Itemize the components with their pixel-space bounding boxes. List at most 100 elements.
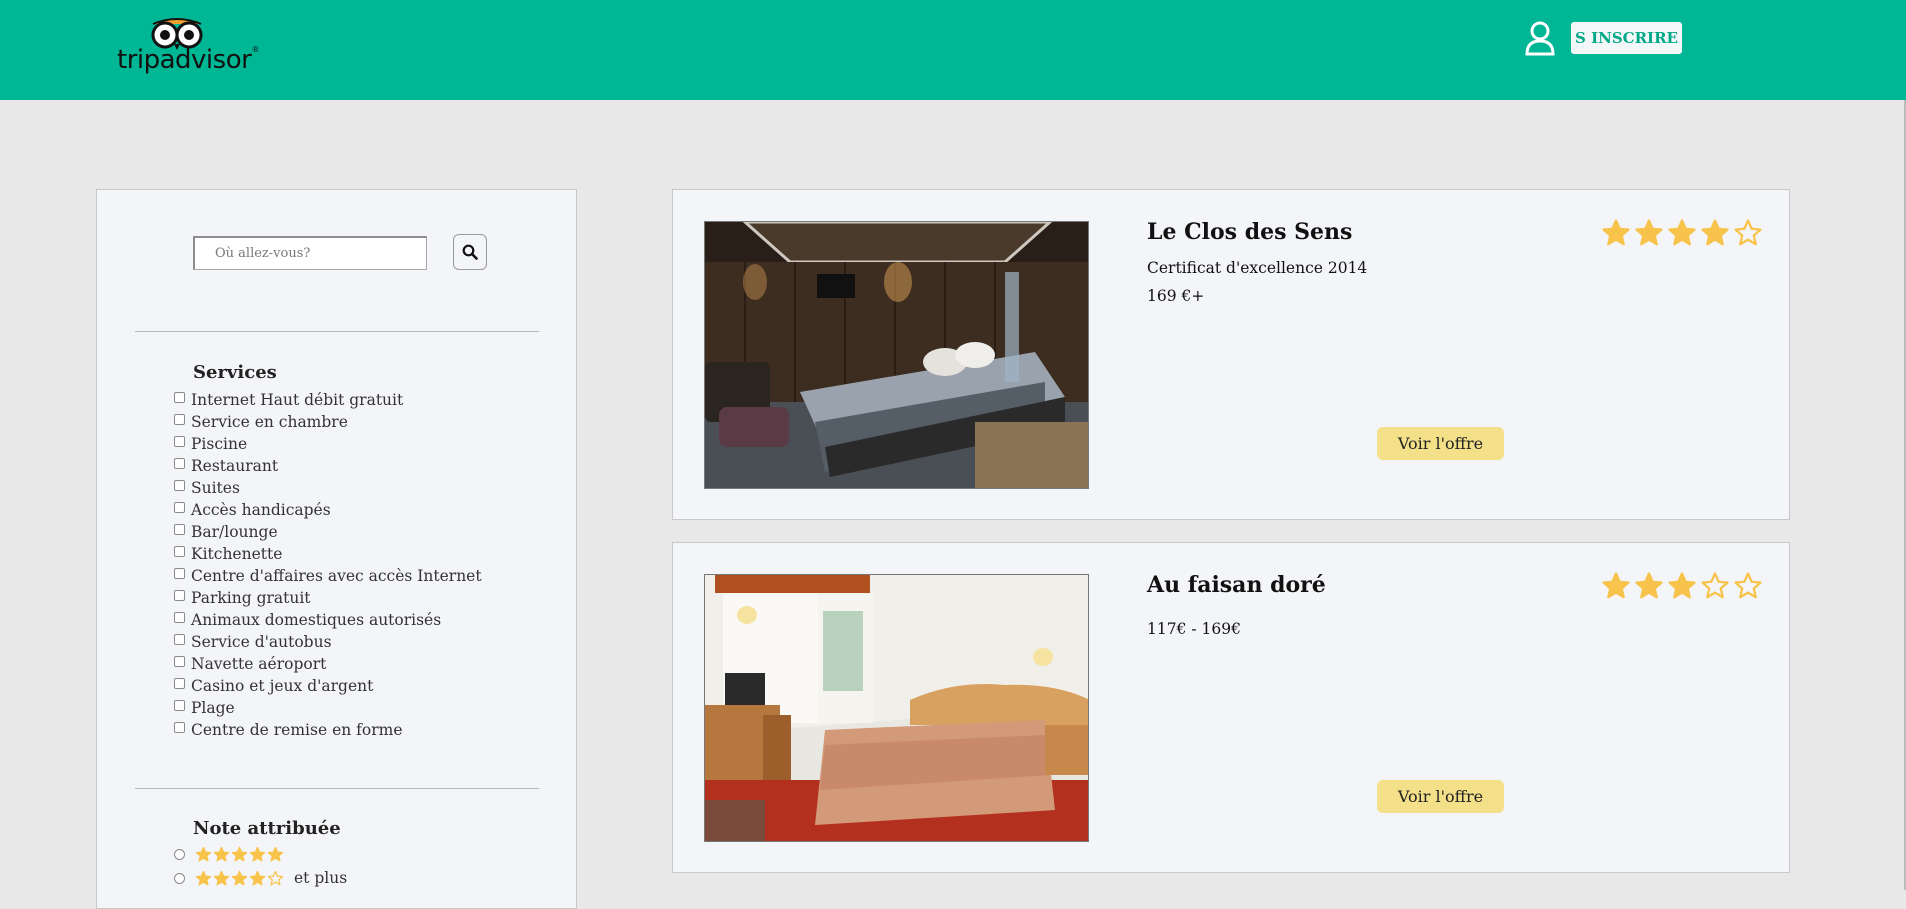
service-checkbox[interactable] <box>174 633 185 645</box>
service-filter-item[interactable]: Kitchenette <box>174 543 482 565</box>
star-filled-icon <box>213 846 230 862</box>
service-filter-item[interactable]: Animaux domestiques autorisés <box>174 609 482 631</box>
service-label: Animaux domestiques autorisés <box>191 611 442 629</box>
service-label: Casino et jeux d'argent <box>191 677 374 695</box>
star-filled-icon <box>231 870 248 886</box>
rating-option-4[interactable]: et plus <box>174 869 347 887</box>
star-filled-icon <box>1668 572 1696 599</box>
star-empty-icon <box>267 870 284 886</box>
services-title: Services <box>193 362 277 383</box>
hotel-rating-stars <box>1601 218 1763 248</box>
service-label: Kitchenette <box>191 545 283 563</box>
star-empty-icon <box>1701 572 1729 599</box>
star-filled-icon <box>249 846 266 862</box>
service-filter-item[interactable]: Restaurant <box>174 455 482 477</box>
star-filled-icon <box>1668 219 1696 246</box>
service-label: Parking gratuit <box>191 589 311 607</box>
four-stars-icon <box>195 870 284 887</box>
service-filter-item[interactable]: Centre de remise en forme <box>174 719 482 741</box>
service-label: Accès handicapés <box>191 501 331 519</box>
service-label: Service d'autobus <box>191 633 332 651</box>
service-checkbox[interactable] <box>174 589 185 601</box>
star-filled-icon <box>249 870 266 886</box>
star-empty-icon <box>1734 219 1762 246</box>
service-filter-item[interactable]: Service en chambre <box>174 411 482 433</box>
service-filter-item[interactable]: Casino et jeux d'argent <box>174 675 482 697</box>
service-checkbox[interactable] <box>174 545 185 557</box>
top-bar: tripadvisor® S INSCRIRE <box>0 0 1906 100</box>
hotel-price: 117€ - 169€ <box>1147 620 1241 638</box>
hotel-name[interactable]: Au faisan doré <box>1147 572 1326 598</box>
divider <box>135 331 539 332</box>
user-icon[interactable] <box>1524 20 1556 56</box>
signup-button[interactable]: S INSCRIRE <box>1571 22 1682 54</box>
service-filter-item[interactable]: Navette aéroport <box>174 653 482 675</box>
five-stars-icon <box>195 846 284 863</box>
hotel-room-image <box>705 575 1088 841</box>
service-label: Navette aéroport <box>191 655 327 673</box>
hotel-room-image <box>705 222 1088 488</box>
tripadvisor-logo[interactable]: tripadvisor® <box>117 18 259 78</box>
filter-sidebar: Services Internet Haut débit gratuit Serv… <box>96 189 577 909</box>
search-button[interactable] <box>453 234 487 270</box>
service-filter-item[interactable]: Accès handicapés <box>174 499 482 521</box>
service-checkbox[interactable] <box>174 479 185 491</box>
star-filled-icon <box>1635 572 1663 599</box>
rating-title: Note attribuée <box>193 818 341 839</box>
rating-suffix: et plus <box>294 869 348 887</box>
service-filter-item[interactable]: Internet Haut débit gratuit <box>174 389 482 411</box>
service-label: Suites <box>191 479 240 497</box>
services-list: Internet Haut débit gratuit Service en ch… <box>174 389 482 741</box>
divider <box>135 788 539 789</box>
service-label: Plage <box>191 699 235 717</box>
view-offer-button[interactable]: Voir l'offre <box>1377 427 1504 460</box>
star-filled-icon <box>213 870 230 886</box>
search-icon <box>462 244 478 260</box>
rating-option-5[interactable] <box>174 846 284 863</box>
rating-radio[interactable] <box>174 849 185 860</box>
service-filter-item[interactable]: Plage <box>174 697 482 719</box>
view-offer-button[interactable]: Voir l'offre <box>1377 780 1504 813</box>
service-filter-item[interactable]: Bar/lounge <box>174 521 482 543</box>
service-checkbox[interactable] <box>174 457 185 469</box>
star-filled-icon <box>231 846 248 862</box>
service-label: Bar/lounge <box>191 523 278 541</box>
service-label: Centre d'affaires avec accès Internet <box>191 567 482 585</box>
service-checkbox[interactable] <box>174 611 185 623</box>
logo-text: tripadvisor® <box>117 45 259 75</box>
service-filter-item[interactable]: Centre d'affaires avec accès Internet <box>174 565 482 587</box>
service-checkbox[interactable] <box>174 391 185 403</box>
service-label: Restaurant <box>191 457 279 475</box>
service-checkbox[interactable] <box>174 567 185 579</box>
hotel-photo[interactable] <box>704 574 1089 842</box>
rating-radio[interactable] <box>174 872 185 884</box>
hotel-price: 169 €+ <box>1147 287 1205 305</box>
service-filter-item[interactable]: Suites <box>174 477 482 499</box>
service-checkbox[interactable] <box>174 501 185 513</box>
service-checkbox[interactable] <box>174 655 185 667</box>
service-checkbox[interactable] <box>174 413 185 425</box>
star-filled-icon <box>1602 219 1630 246</box>
hotel-rating-stars <box>1601 571 1763 601</box>
service-checkbox[interactable] <box>174 435 185 447</box>
hotel-card: Le Clos des Sens Certificat d'excellence… <box>672 189 1790 520</box>
destination-search-input[interactable] <box>193 236 427 270</box>
hotel-photo[interactable] <box>704 221 1089 489</box>
star-empty-icon <box>1734 572 1762 599</box>
service-checkbox[interactable] <box>174 721 185 733</box>
star-filled-icon <box>195 870 212 886</box>
service-filter-item[interactable]: Parking gratuit <box>174 587 482 609</box>
service-filter-item[interactable]: Piscine <box>174 433 482 455</box>
service-label: Piscine <box>191 435 248 453</box>
service-checkbox[interactable] <box>174 677 185 689</box>
hotel-card: Au faisan doré 117€ - 169€ Voir l'offre <box>672 542 1790 873</box>
star-filled-icon <box>1701 219 1729 246</box>
service-checkbox[interactable] <box>174 699 185 711</box>
star-filled-icon <box>1635 219 1663 246</box>
service-label: Internet Haut débit gratuit <box>191 391 404 409</box>
hotel-award: Certificat d'excellence 2014 <box>1147 259 1368 277</box>
hotel-name[interactable]: Le Clos des Sens <box>1147 219 1352 245</box>
service-checkbox[interactable] <box>174 523 185 535</box>
star-filled-icon <box>267 846 284 862</box>
service-filter-item[interactable]: Service d'autobus <box>174 631 482 653</box>
